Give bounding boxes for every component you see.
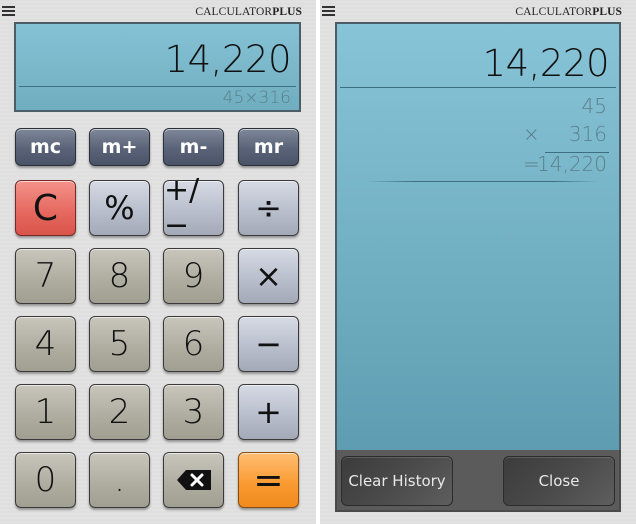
backspace-icon — [176, 470, 211, 490]
multiply-button[interactable]: × — [238, 248, 299, 304]
minus-button[interactable]: − — [238, 316, 299, 372]
app-logo: CALCULATORPLUS — [195, 6, 302, 18]
digit-7-button[interactable]: 7 — [15, 248, 76, 304]
digit-1-button[interactable]: 1 — [15, 384, 76, 440]
history-display: 14,220 45 × 316 = 14,220 — [335, 22, 621, 452]
plus-minus-button[interactable]: +/− — [163, 173, 224, 243]
memory-subtract-button[interactable]: m- — [163, 128, 224, 166]
clear-button[interactable]: C — [15, 180, 76, 236]
digit-3-button[interactable]: 3 — [163, 384, 224, 440]
decimal-button[interactable]: . — [89, 452, 150, 508]
memory-clear-button[interactable]: mc — [15, 128, 76, 166]
close-button[interactable]: Close — [503, 456, 615, 506]
history-entry-separator — [367, 181, 599, 182]
digit-9-button[interactable]: 9 — [163, 248, 224, 304]
equals-button[interactable]: = — [238, 452, 299, 508]
clear-history-button[interactable]: Clear History — [341, 456, 453, 506]
display-expression: 45×316 — [222, 88, 291, 108]
memory-add-button[interactable]: m+ — [89, 128, 150, 166]
calculator-display: 14,220 45×316 — [14, 22, 301, 112]
history-panel: CALCULATORPLUS 14,220 45 × 316 = 14,220 … — [320, 0, 636, 524]
memory-recall-button[interactable]: mr — [238, 128, 299, 166]
menu-icon[interactable] — [322, 6, 335, 16]
digit-5-button[interactable]: 5 — [89, 316, 150, 372]
plus-button[interactable]: + — [238, 384, 299, 440]
digit-2-button[interactable]: 2 — [89, 384, 150, 440]
calculator-panel: CALCULATORPLUS 14,220 45×316 mc m+ m- mr… — [0, 0, 316, 524]
history-display-value: 14,220 — [482, 42, 610, 85]
percent-button[interactable]: % — [89, 180, 150, 236]
history-operand-1: 45 — [581, 94, 607, 118]
history-action-bar: Clear History Close — [335, 450, 621, 512]
display-divider — [340, 87, 616, 88]
digit-6-button[interactable]: 6 — [163, 316, 224, 372]
backspace-button[interactable] — [163, 452, 224, 508]
display-divider — [19, 86, 296, 87]
divide-button[interactable]: ÷ — [238, 180, 299, 236]
display-value: 14,220 — [164, 38, 292, 81]
history-operator: × — [523, 122, 540, 146]
history-operand-2: 316 — [568, 122, 607, 146]
digit-4-button[interactable]: 4 — [15, 316, 76, 372]
app-logo: CALCULATORPLUS — [515, 6, 622, 18]
menu-icon[interactable] — [2, 6, 15, 16]
history-result: 14,220 — [537, 152, 607, 176]
digit-0-button[interactable]: 0 — [15, 452, 76, 508]
digit-8-button[interactable]: 8 — [89, 248, 150, 304]
